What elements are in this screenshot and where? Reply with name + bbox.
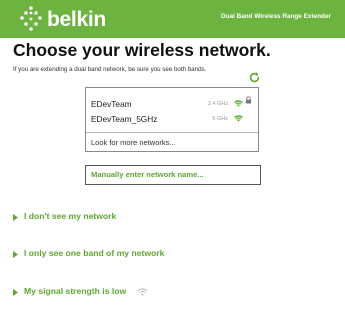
manual-entry-label: Manually enter network name... bbox=[91, 170, 204, 179]
look-for-more-networks-link[interactable]: Look for more networks... bbox=[91, 138, 176, 147]
refresh-icon[interactable] bbox=[248, 71, 261, 84]
help-link-label: I don't see my network bbox=[24, 211, 117, 221]
network-name: EDevTeam_5GHz bbox=[91, 114, 158, 124]
chevron-right-icon bbox=[13, 214, 18, 221]
network-item[interactable]: EDevTeam 2.4 GHz bbox=[86, 96, 258, 112]
help-link-label: My signal strength is low bbox=[24, 286, 127, 296]
belkin-logo: belkin bbox=[20, 5, 130, 33]
network-list: EDevTeam 2.4 GHz EDevTeam_5GHz 5 GHz Loo… bbox=[85, 87, 259, 152]
network-band: 2.4 GHz bbox=[207, 101, 228, 107]
page-subtitle: If you are extending a dual band network… bbox=[13, 66, 207, 73]
network-name: EDevTeam bbox=[91, 99, 132, 109]
page-title: Choose your wireless network. bbox=[13, 40, 271, 60]
wifi-icon bbox=[234, 115, 243, 122]
wifi-icon bbox=[234, 100, 243, 107]
lock-icon bbox=[245, 96, 252, 104]
wifi-signal-icon bbox=[137, 288, 148, 296]
belkin-logo-icon bbox=[20, 6, 42, 31]
network-item[interactable]: EDevTeam_5GHz 5 GHz bbox=[86, 111, 258, 127]
header-bar: belkin Dual Band Wireless Range Extender bbox=[0, 0, 345, 38]
brand-name: belkin bbox=[47, 8, 106, 31]
network-band: 5 GHz bbox=[212, 116, 228, 122]
list-divider bbox=[86, 132, 258, 133]
chevron-right-icon bbox=[13, 251, 18, 258]
product-name: Dual Band Wireless Range Extender bbox=[220, 13, 331, 20]
manual-entry-button[interactable]: Manually enter network name... bbox=[85, 165, 261, 185]
chevron-right-icon bbox=[13, 289, 18, 296]
help-link-label: I only see one band of my network bbox=[24, 248, 165, 258]
